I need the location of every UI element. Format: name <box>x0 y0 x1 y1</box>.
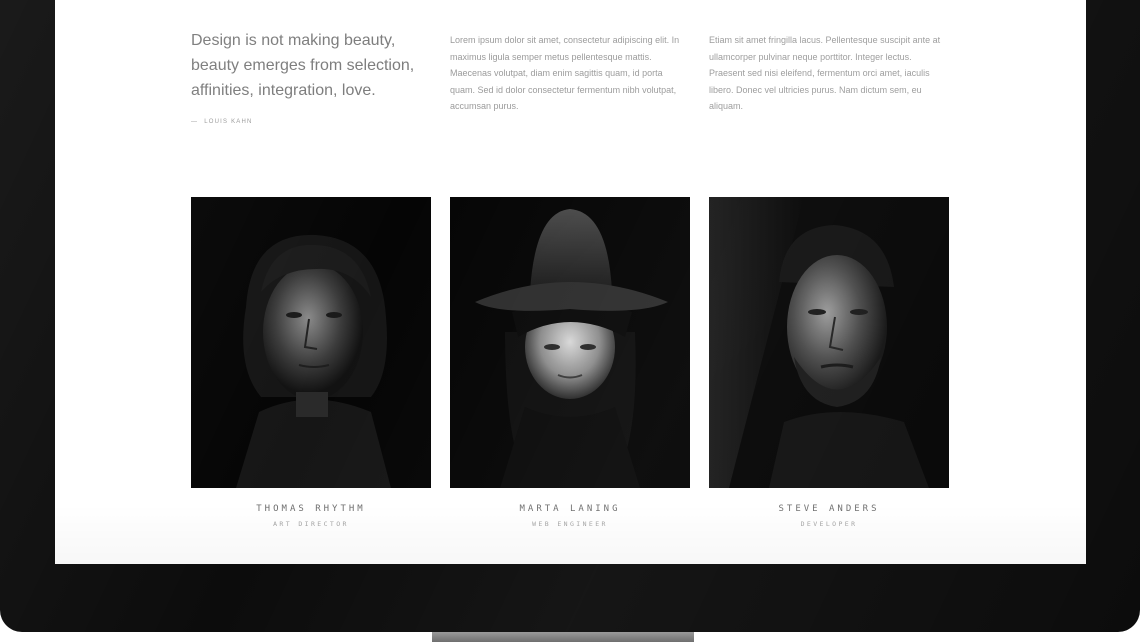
team-member-card[interactable]: Marta Laning Web Engineer <box>450 197 690 528</box>
team-member-name: Steve Anders <box>778 504 880 514</box>
team-member-role: Art Director <box>273 520 349 528</box>
team-member-card[interactable]: Thomas Rhythm Art Director <box>191 197 431 528</box>
team-member-name: Marta Laning <box>519 504 621 514</box>
intro-paragraph-1: Lorem ipsum dolor sit amet, consectetur … <box>450 35 680 111</box>
website-screen: Design is not making beauty, beauty emer… <box>55 0 1086 564</box>
quote-dash: — <box>191 119 199 125</box>
intro-paragraph-2: Etiam sit amet fringilla lacus. Pellente… <box>709 35 941 111</box>
team-member-card[interactable]: Steve Anders Developer <box>709 197 949 528</box>
team-member-photo[interactable] <box>191 197 431 488</box>
portrait-curly-hair-man <box>191 197 431 488</box>
quote-author-name: Louis Kahn <box>204 119 253 125</box>
team-member-photo[interactable] <box>709 197 949 488</box>
quote-text: Design is not making beauty, beauty emer… <box>191 32 415 99</box>
team-member-role: Web Engineer <box>532 520 608 528</box>
monitor-frame: Design is not making beauty, beauty emer… <box>0 0 1140 632</box>
monitor-stand <box>432 632 694 642</box>
team-member-role: Developer <box>800 520 858 528</box>
quote-author: — Louis Kahn <box>191 119 253 125</box>
portrait-bearded-man <box>709 197 949 488</box>
portrait-woman-in-hat <box>450 197 690 488</box>
team-member-name: Thomas Rhythm <box>256 504 366 514</box>
team-member-photo[interactable] <box>450 197 690 488</box>
